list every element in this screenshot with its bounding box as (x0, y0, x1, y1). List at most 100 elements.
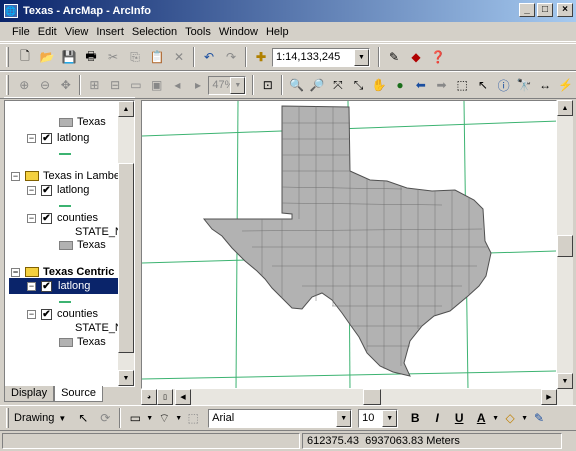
zoom-100-icon[interactable]: ▣ (146, 74, 167, 96)
toc-layer-latlong-2[interactable]: − ✔ latlong (27, 182, 89, 198)
back-arrow-icon[interactable]: ⬅ (410, 74, 431, 96)
go-back-extent-icon[interactable]: ◂ (167, 74, 188, 96)
line-color-icon[interactable]: ✎ (528, 407, 550, 429)
font-color-button[interactable]: A (470, 407, 492, 429)
save-icon[interactable]: 💾 (58, 46, 80, 68)
redo-icon[interactable]: ↷ (220, 46, 242, 68)
maximize-button[interactable]: □ (537, 3, 553, 17)
toolbar-grip[interactable] (6, 408, 9, 428)
add-data-icon[interactable]: ✚ (250, 46, 272, 68)
drawing-menu[interactable]: Drawing (14, 412, 54, 424)
map-display[interactable] (141, 100, 557, 389)
select-features-icon[interactable]: ⬚ (452, 74, 473, 96)
font-combo[interactable]: Arial ▼ (208, 408, 353, 428)
toc-layer-label[interactable]: counties (57, 308, 98, 320)
layer-visibility-checkbox[interactable]: ✔ (41, 184, 52, 196)
toc-layer-label[interactable]: counties (57, 212, 98, 224)
print-icon[interactable]: 🖶 (80, 46, 102, 68)
layout-pan-icon[interactable]: ✥ (55, 74, 76, 96)
toc-frame-label[interactable]: Texas Centric (43, 266, 114, 278)
collapse-icon[interactable]: − (27, 281, 36, 291)
layout-view-button[interactable]: ▯ (157, 389, 173, 405)
toc-layer-label[interactable]: latlong (56, 279, 93, 293)
scroll-down-button[interactable]: ▼ (557, 373, 573, 389)
whats-this-help-icon[interactable]: ❓ (427, 46, 449, 68)
fixed-zoom-in-icon[interactable]: ⤧ (328, 74, 349, 96)
layout-zoom-out-icon[interactable]: ⊖ (35, 74, 56, 96)
find-binoculars-icon[interactable]: 🔭 (514, 74, 535, 96)
map-vertical-scrollbar[interactable]: ▲ ▼ (557, 100, 573, 389)
chevron-down-icon[interactable]: ▼ (336, 409, 352, 427)
data-view-button[interactable]: ◕ (141, 389, 157, 405)
toggle-draft-mode-icon[interactable]: ⊡ (257, 74, 278, 96)
scroll-left-button[interactable]: ◀ (175, 389, 191, 405)
collapse-icon[interactable]: − (27, 133, 36, 143)
open-folder-icon[interactable]: 📂 (36, 46, 58, 68)
minimize-button[interactable]: _ (519, 3, 535, 17)
toc-layer-latlong-3[interactable]: − ✔ latlong (9, 278, 119, 294)
toc-layer-label[interactable]: latlong (57, 132, 89, 144)
map-scale-combo[interactable]: 1:14,133,245 ▼ (272, 47, 370, 67)
italic-button[interactable]: I (426, 407, 448, 429)
chevron-down-icon[interactable]: ▼ (58, 414, 66, 423)
layer-visibility-checkbox[interactable]: ✔ (41, 308, 52, 320)
toolbar-grip[interactable] (6, 75, 9, 95)
close-button[interactable]: × (557, 3, 573, 17)
menu-help[interactable]: Help (262, 26, 293, 38)
tab-source[interactable]: Source (54, 386, 103, 402)
scroll-up-button[interactable]: ▲ (557, 100, 573, 116)
full-extent-globe-icon[interactable]: ● (390, 74, 411, 96)
fill-color-icon[interactable]: ◇ (499, 407, 521, 429)
zoom-whole-page-icon[interactable]: ▭ (126, 74, 147, 96)
layer-visibility-checkbox[interactable]: ✔ (41, 280, 52, 292)
rotate-icon[interactable]: ⟳ (94, 407, 116, 429)
zoom-percent-combo[interactable]: 47% ▼ (208, 75, 247, 95)
forward-arrow-icon[interactable]: ➡ (431, 74, 452, 96)
arcmap-app-icon[interactable]: 🌐 (4, 4, 18, 18)
go-forward-extent-icon[interactable]: ▸ (188, 74, 209, 96)
arctoolbox-icon[interactable]: ◆ (405, 46, 427, 68)
menu-selection[interactable]: Selection (128, 26, 181, 38)
layer-visibility-checkbox[interactable]: ✔ (41, 132, 52, 144)
chevron-down-icon[interactable]: ▼ (230, 76, 246, 94)
fixed-zoom-out-icon[interactable]: ⤡ (348, 74, 369, 96)
zoom-in-icon[interactable]: 🔍 (286, 74, 307, 96)
hyperlink-icon[interactable]: ⚡ (555, 74, 576, 96)
editor-toolbar-icon[interactable]: ✎ (383, 46, 405, 68)
map-horizontal-scrollbar[interactable]: ◕ ▯ ◀ ▶ (141, 389, 573, 405)
delete-icon[interactable]: ✕ (168, 46, 190, 68)
new-document-icon[interactable]: 🗋 (14, 46, 36, 68)
chevron-down-icon[interactable]: ▼ (521, 415, 528, 422)
zoom-out-icon[interactable]: 🔎 (307, 74, 328, 96)
cut-icon[interactable]: ✂ (102, 46, 124, 68)
menu-window[interactable]: Window (215, 26, 262, 38)
layout-fixed-zoom-in-icon[interactable]: ⊞ (84, 74, 105, 96)
menu-file[interactable]: File (8, 26, 34, 38)
layer-visibility-checkbox[interactable]: ✔ (41, 212, 52, 224)
collapse-icon[interactable]: − (11, 267, 20, 277)
chevron-down-icon[interactable]: ▼ (354, 48, 369, 66)
undo-icon[interactable]: ↶ (198, 46, 220, 68)
toc-layer-latlong-1[interactable]: − ✔ latlong (27, 130, 89, 146)
layout-fixed-zoom-out-icon[interactable]: ⊟ (105, 74, 126, 96)
menu-insert[interactable]: Insert (92, 26, 128, 38)
text-callout-icon[interactable]: ⌔ (153, 407, 175, 429)
toc-vertical-scrollbar[interactable]: ▲ ▼ (118, 101, 134, 386)
pan-hand-icon[interactable]: ✋ (369, 74, 390, 96)
bold-button[interactable]: B (404, 407, 426, 429)
toc-layer-label[interactable]: latlong (57, 184, 89, 196)
select-elements-icon[interactable]: ↖ (473, 74, 494, 96)
collapse-icon[interactable]: − (27, 185, 36, 195)
chevron-down-icon[interactable]: ▼ (492, 415, 499, 422)
toolbar-grip[interactable] (6, 47, 9, 67)
chevron-down-icon[interactable]: ▼ (382, 409, 398, 427)
measure-icon[interactable]: ↔ (535, 74, 556, 96)
collapse-icon[interactable]: − (27, 213, 36, 223)
scroll-thumb[interactable] (118, 163, 134, 353)
underline-button[interactable]: U (448, 407, 470, 429)
collapse-icon[interactable]: − (27, 309, 36, 319)
menu-tools[interactable]: Tools (181, 26, 215, 38)
chevron-down-icon[interactable]: ▼ (175, 415, 182, 422)
paste-icon[interactable]: 📋 (146, 46, 168, 68)
scroll-right-button[interactable]: ▶ (541, 389, 557, 405)
